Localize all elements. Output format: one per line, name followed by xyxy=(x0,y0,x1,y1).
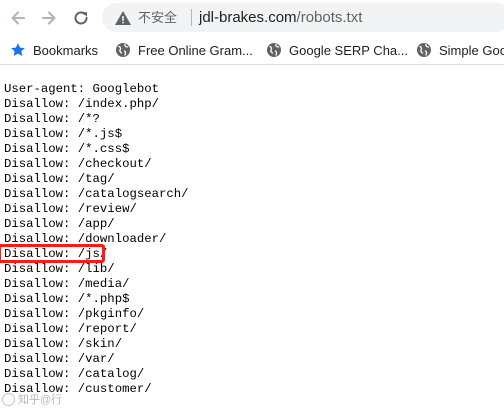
globe-icon xyxy=(417,43,431,57)
omnibox-divider xyxy=(191,9,192,26)
watermark-text: 知乎@行 xyxy=(18,394,63,406)
arrow-left-icon xyxy=(11,11,25,25)
robots-txt-content: User-agent: Googlebot Disallow: /index.p… xyxy=(4,82,188,397)
browser-toolbar: 不安全 jdl-brakes.com/robots.txt xyxy=(0,0,504,35)
bookmark-label: Free Online Gram... xyxy=(138,42,253,58)
url-path: /robots.txt xyxy=(296,9,363,26)
bookmark-simple-google[interactable]: Simple Goo xyxy=(416,41,504,59)
robots-line: Disallow: /media/ xyxy=(4,277,130,291)
forward-button[interactable] xyxy=(38,7,60,29)
robots-line: Disallow: /skin/ xyxy=(4,337,123,351)
bookmark-free-online-grammar[interactable]: Free Online Gram... xyxy=(115,41,253,59)
robots-line: Disallow: /pkginfo/ xyxy=(4,307,145,321)
url-host: jdl-brakes.com xyxy=(199,9,297,26)
robots-line: Disallow: /review/ xyxy=(4,202,137,216)
address-bar[interactable]: 不安全 jdl-brakes.com/robots.txt xyxy=(102,3,504,32)
reload-button[interactable] xyxy=(70,7,92,29)
bookmark-label: Google SERP Cha... xyxy=(289,42,408,58)
red-highlight-box xyxy=(0,244,105,263)
reload-icon xyxy=(74,11,88,25)
robots-line: Disallow: /catalog/ xyxy=(4,367,145,381)
bookmark-label: Bookmarks xyxy=(33,42,99,58)
robots-line: Disallow: /index.php/ xyxy=(4,97,159,111)
robots-line: Disallow: /catalogsearch/ xyxy=(4,187,189,201)
robots-line: Disallow: /lib/ xyxy=(4,262,115,276)
bookmarks-bar: Bookmarks Free Online Gram... Google SER… xyxy=(0,35,504,65)
robots-line: Disallow: /*.php$ xyxy=(4,292,130,306)
url-text[interactable]: jdl-brakes.com/robots.txt xyxy=(199,8,362,27)
globe-icon xyxy=(116,43,130,57)
globe-icon xyxy=(267,43,281,57)
robots-line: Disallow: /app/ xyxy=(4,217,115,231)
robots-line: Disallow: /*.js$ xyxy=(4,127,123,141)
star-icon xyxy=(11,43,25,56)
robots-line: Disallow: /report/ xyxy=(4,322,137,336)
arrow-right-icon xyxy=(42,11,56,25)
warning-triangle-icon xyxy=(115,11,131,25)
security-status-label[interactable]: 不安全 xyxy=(138,9,177,26)
bookmark-bookmarks[interactable]: Bookmarks xyxy=(10,41,98,59)
watermark: 知乎@行 xyxy=(2,391,62,407)
robots-line: Disallow: /*.css$ xyxy=(4,142,130,156)
robots-line: Disallow: /*? xyxy=(4,112,100,126)
robots-line: User-agent: Googlebot xyxy=(4,82,159,96)
back-button[interactable] xyxy=(7,7,29,29)
robots-line: Disallow: /checkout/ xyxy=(4,157,152,171)
robots-line: Disallow: /tag/ xyxy=(4,172,115,186)
bookmark-google-serp-checker[interactable]: Google SERP Cha... xyxy=(266,41,408,59)
robots-line: Disallow: /var/ xyxy=(4,352,115,366)
bookmark-label: Simple Goo xyxy=(439,42,504,58)
watermark-logo-icon xyxy=(2,392,15,406)
